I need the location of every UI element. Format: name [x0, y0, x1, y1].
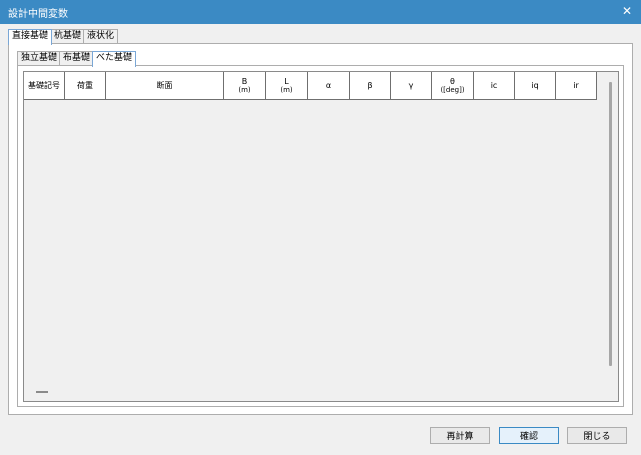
tab-strip-footing[interactable]: 布基礎 — [59, 51, 95, 66]
col-header-load[interactable]: 荷重 — [65, 72, 106, 100]
close-button[interactable]: 閉じる — [567, 427, 627, 444]
horizontal-scroll-thumb[interactable] — [36, 391, 48, 393]
grid-header-row: 基礎記号 荷重 断面 B (m) L (m) α β γ θ ([deg]) ic i… — [24, 72, 597, 100]
col-header-b[interactable]: B (m) — [224, 72, 266, 100]
confirm-button[interactable]: 確認 — [499, 427, 559, 444]
col-header-ir[interactable]: ir — [556, 72, 597, 100]
vertical-scroll-thumb[interactable] — [609, 82, 612, 366]
title-bar: 設計中間変数 ✕ — [0, 0, 641, 24]
tab-pile-foundation[interactable]: 杭基礎 — [50, 29, 86, 44]
tab-isolated-footing[interactable]: 独立基礎 — [17, 51, 62, 66]
tab-mat-foundation[interactable]: べた基礎 — [92, 51, 137, 67]
col-header-l[interactable]: L (m) — [266, 72, 308, 100]
col-header-beta[interactable]: β — [350, 72, 391, 100]
col-header-iq[interactable]: iq — [515, 72, 556, 100]
col-header-foundation-symbol[interactable]: 基礎記号 — [24, 72, 65, 100]
outer-tab-panel: 独立基礎 布基礎 べた基礎 基礎記号 荷重 断面 B (m) L (m) α β γ… — [8, 43, 633, 415]
col-header-theta[interactable]: θ ([deg]) — [432, 72, 474, 100]
col-header-alpha[interactable]: α — [308, 72, 350, 100]
col-header-section[interactable]: 断面 — [106, 72, 224, 100]
close-icon[interactable]: ✕ — [619, 3, 635, 19]
col-header-gamma[interactable]: γ — [391, 72, 432, 100]
recalculate-button[interactable]: 再計算 — [430, 427, 490, 444]
col-header-ic[interactable]: ic — [474, 72, 515, 100]
tab-liquefaction[interactable]: 液状化 — [83, 29, 119, 44]
window-title: 設計中間変数 — [8, 9, 68, 20]
inner-tab-panel: 基礎記号 荷重 断面 B (m) L (m) α β γ θ ([deg]) ic i… — [17, 65, 624, 407]
vertical-scrollbar[interactable] — [604, 72, 618, 401]
data-grid[interactable]: 基礎記号 荷重 断面 B (m) L (m) α β γ θ ([deg]) ic i… — [23, 71, 619, 402]
tab-direct-foundation[interactable]: 直接基礎 — [8, 29, 53, 45]
